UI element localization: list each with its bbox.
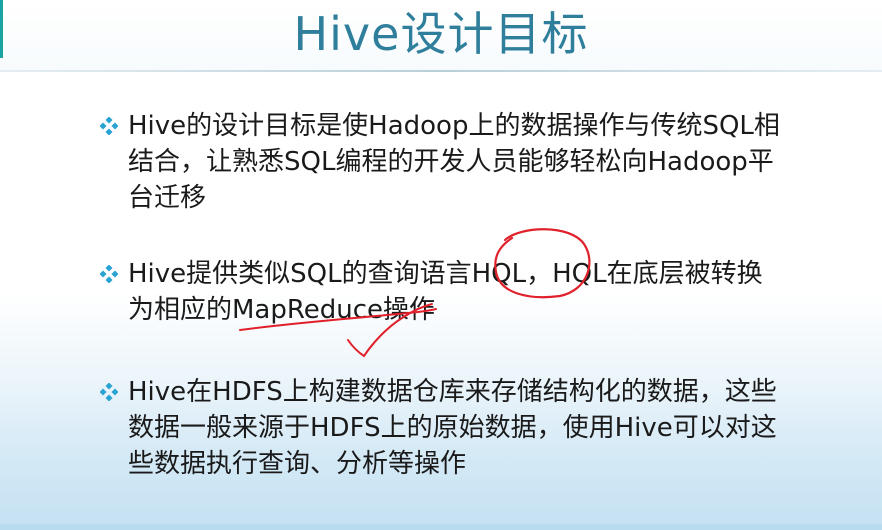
bullet-text-2: Hive提供类似SQL的查询语言HQL，HQL在底层被转换 为相应的MapRed… xyxy=(128,259,763,325)
title-divider xyxy=(0,70,882,72)
bullet-text-3: Hive在HDFS上构建数据仓库来存储结构化的数据，这些 数据一般来源于HDFS… xyxy=(128,377,777,479)
bullet-item-2: Hive提供类似SQL的查询语言HQL，HQL在底层被转换 为相应的MapRed… xyxy=(100,256,860,328)
diamond-bullet-icon xyxy=(100,374,128,410)
bottom-band xyxy=(0,524,882,530)
slide-title: Hive设计目标 xyxy=(293,7,589,61)
diamond-bullet-icon xyxy=(100,108,128,144)
slide: Hive设计目标 Hive的设计目标是使Hadoop上的数据操作与传统SQL相 … xyxy=(0,0,882,530)
diamond-bullet-icon xyxy=(100,256,128,292)
bullet-item-3: Hive在HDFS上构建数据仓库来存储结构化的数据，这些 数据一般来源于HDFS… xyxy=(100,374,860,482)
bullet-text-1: Hive的设计目标是使Hadoop上的数据操作与传统SQL相 结合，让熟悉SQL… xyxy=(128,111,780,213)
bullet-item-1: Hive的设计目标是使Hadoop上的数据操作与传统SQL相 结合，让熟悉SQL… xyxy=(100,108,860,216)
